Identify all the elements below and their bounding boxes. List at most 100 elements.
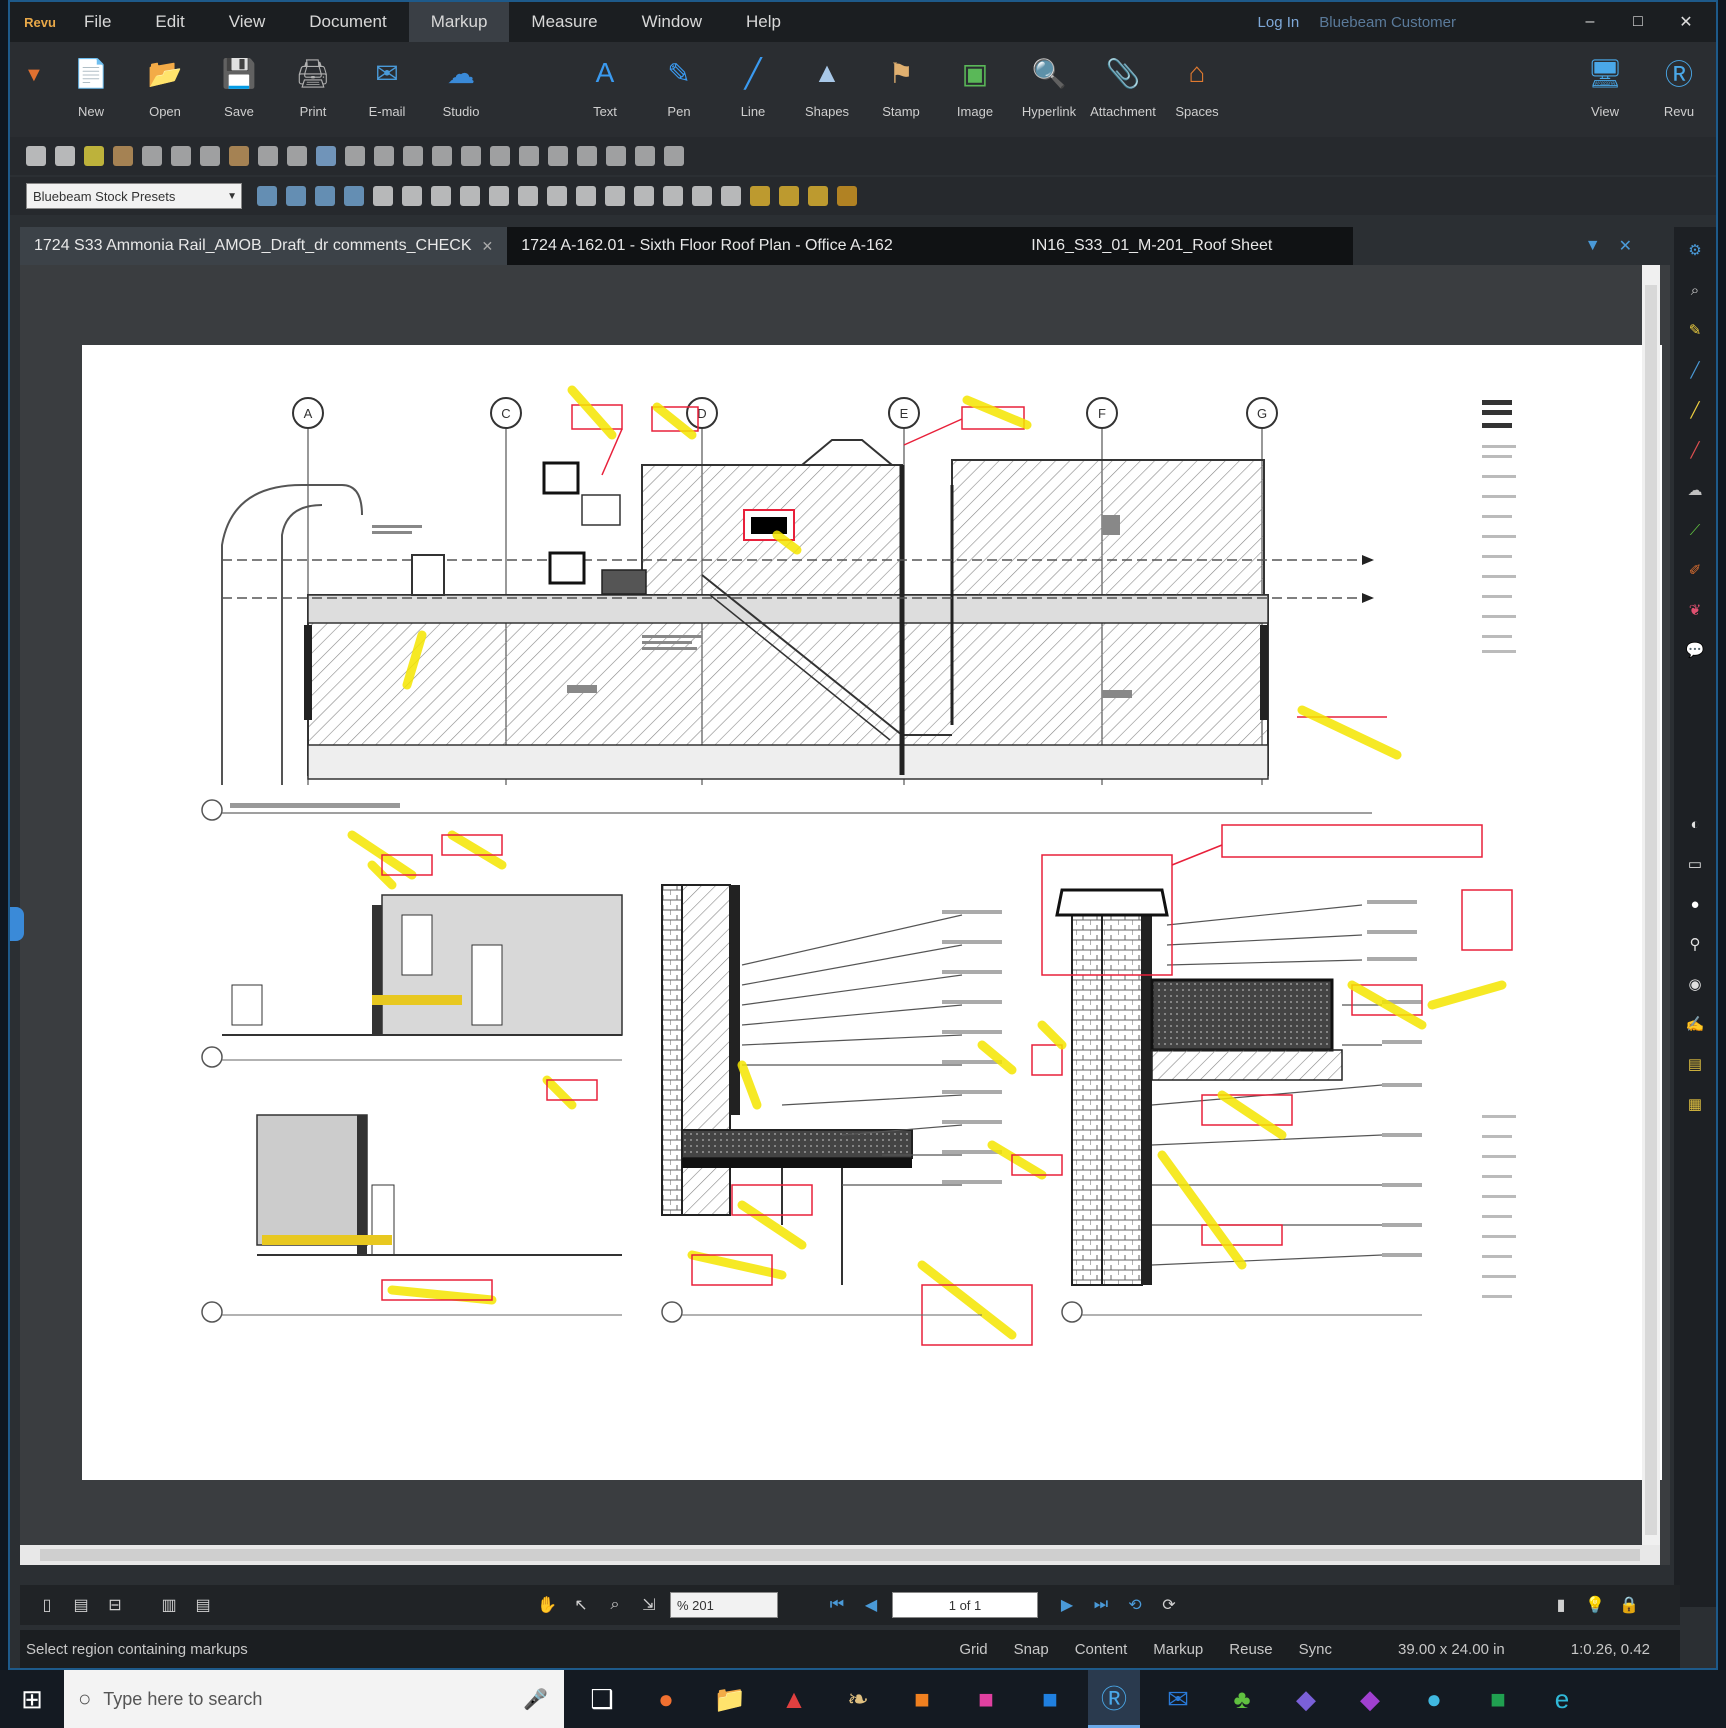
highlight-small-icon[interactable] (84, 146, 104, 166)
previous-page-icon[interactable]: ◀ (858, 1592, 884, 1618)
callout-small-icon[interactable] (489, 186, 509, 206)
stamp-panel-icon[interactable]: ❦ (1682, 597, 1708, 623)
login-link[interactable]: Log In (1258, 14, 1300, 31)
toolbar-image-button[interactable]: ▣ Image (938, 50, 1012, 120)
tool-set-combo[interactable]: Bluebeam Stock Presets ▼ (26, 183, 242, 209)
forward-view-icon[interactable]: ⟳ (1156, 1592, 1182, 1618)
lock-small-icon[interactable] (837, 186, 857, 206)
menu-markup[interactable]: Markup (408, 2, 510, 42)
pen-small-icon[interactable] (373, 186, 393, 206)
content-toggle[interactable]: Content (1075, 1641, 1128, 1658)
pencil-small-icon[interactable] (403, 146, 423, 166)
minimize-button[interactable]: – (1576, 13, 1604, 31)
toolbar-e-mail-button[interactable]: ✉ E-mail (350, 50, 424, 120)
image-small-icon[interactable] (605, 186, 625, 206)
triangle-small-icon[interactable] (547, 186, 567, 206)
grid-toggle[interactable]: Grid (959, 1641, 987, 1658)
menu-view[interactable]: View (207, 2, 288, 42)
paste-small-icon[interactable] (548, 146, 568, 166)
file-explorer-icon[interactable]: 📁 (704, 1670, 756, 1728)
zoom-width-icon[interactable]: ⇲ (636, 1592, 662, 1618)
toolbar-print-button[interactable]: 🖨 Print (276, 50, 350, 120)
tab-document-1[interactable]: 1724 S33 Ammonia Rail_AMOB_Draft_dr comm… (20, 227, 508, 265)
vertical-scrollbar[interactable] (1642, 265, 1660, 1565)
sets-panel-icon[interactable]: ▤ (1682, 1051, 1708, 1077)
zoom-level-field[interactable]: % 201 (670, 1592, 778, 1618)
arrow-small-icon[interactable] (431, 186, 451, 206)
perimeter-small-icon[interactable] (315, 186, 335, 206)
snap-toggle[interactable]: Snap (1014, 1641, 1049, 1658)
customer-link[interactable]: Bluebeam Customer (1319, 14, 1456, 31)
check-small-icon[interactable] (287, 146, 307, 166)
document-workspace[interactable]: A C D E F G (20, 265, 1670, 1565)
print-small-icon[interactable] (171, 146, 191, 166)
globe-icon[interactable]: ● (1408, 1670, 1460, 1728)
tab-document-2[interactable]: 1724 A-162.01 - Sixth Floor Roof Plan - … (507, 227, 1018, 265)
search-panel-icon[interactable]: ⌕ (1682, 277, 1708, 303)
cut-small-icon[interactable] (490, 146, 510, 166)
sticky-small-icon[interactable] (808, 186, 828, 206)
copy-small-icon[interactable] (519, 146, 539, 166)
polygon-small-icon[interactable] (576, 186, 596, 206)
align-center-small-icon[interactable] (606, 146, 626, 166)
folder-small-icon[interactable] (113, 146, 133, 166)
note-small-icon[interactable] (779, 186, 799, 206)
menu-measure[interactable]: Measure (509, 2, 619, 42)
layers-panel-icon[interactable]: ◐ (1682, 811, 1708, 837)
pink-app-icon[interactable]: ■ (960, 1670, 1012, 1728)
toolbar-dropdown-icon[interactable]: ▼ (24, 50, 44, 87)
blue-app-icon[interactable]: ■ (1024, 1670, 1076, 1728)
measure-panel-icon[interactable]: ⟋ (1682, 517, 1708, 543)
tool-chest-icon[interactable]: ╱ (1682, 357, 1708, 383)
cloud-panel-icon[interactable]: ☁ (1682, 477, 1708, 503)
toolbar-open-button[interactable]: 📂 Open (128, 50, 202, 120)
edge-icon[interactable]: e (1536, 1670, 1588, 1728)
close-all-tabs-icon[interactable]: ✕ (1619, 236, 1632, 256)
calculator-small-icon[interactable] (142, 146, 162, 166)
teams-icon[interactable]: ◆ (1280, 1670, 1332, 1728)
menu-help[interactable]: Help (724, 2, 803, 42)
pan-small-icon[interactable] (345, 146, 365, 166)
microphone-icon[interactable]: 🎤 (523, 1687, 548, 1712)
firefox-icon[interactable]: ● (640, 1670, 692, 1728)
toolbar-revu-button[interactable]: Ⓡ Revu (1642, 50, 1716, 119)
properties-icon[interactable]: ⚙ (1682, 237, 1708, 263)
toolbar-view-button[interactable]: 🖥 View (1568, 50, 1642, 120)
select-tool-icon[interactable]: ↖ (568, 1592, 594, 1618)
new-doc-small-icon[interactable] (26, 146, 46, 166)
continuous-page-icon[interactable]: ▤ (68, 1592, 94, 1618)
menu-edit[interactable]: Edit (133, 2, 206, 42)
cloud-small-icon[interactable] (460, 186, 480, 206)
highlighter-small-icon[interactable] (750, 186, 770, 206)
markup-list-icon[interactable]: ✎ (1682, 317, 1708, 343)
toolbar-text-button[interactable]: A Text (568, 50, 642, 119)
brush-panel-icon[interactable]: ✐ (1682, 557, 1708, 583)
single-page-icon[interactable]: ▯ (34, 1592, 60, 1618)
reuse-toggle[interactable]: Reuse (1229, 1641, 1272, 1658)
toolbar-pen-button[interactable]: ✎ Pen (642, 50, 716, 120)
orange-app-icon[interactable]: ■ (896, 1670, 948, 1728)
toolbar-attachment-button[interactable]: 📎 Attachment (1086, 50, 1160, 120)
eraser-small-icon[interactable] (692, 186, 712, 206)
thumbnails-panel-icon[interactable]: ▦ (1682, 1091, 1708, 1117)
close-tab-icon[interactable]: ✕ (482, 238, 494, 255)
close-doc-small-icon[interactable] (55, 146, 75, 166)
circle-panel-icon[interactable]: ● (1682, 891, 1708, 917)
markup-toggle[interactable]: Markup (1153, 1641, 1203, 1658)
task-view-icon[interactable]: ❑ (576, 1670, 628, 1728)
links-panel-icon[interactable]: ⚲ (1682, 931, 1708, 957)
menu-window[interactable]: Window (620, 2, 724, 42)
app-logo-icon[interactable]: Revu (18, 6, 62, 38)
highlighter-panel-icon[interactable]: ╱ (1682, 397, 1708, 423)
sync-icon[interactable]: ▮ (1548, 1592, 1574, 1618)
vertical-scroll-thumb[interactable] (1645, 285, 1657, 1535)
pen-panel-icon[interactable]: ╱ (1682, 437, 1708, 463)
toolbar-spaces-button[interactable]: ⌂ Spaces (1160, 50, 1234, 119)
onenote-icon[interactable]: ◆ (1344, 1670, 1396, 1728)
chat-panel-icon[interactable]: ▭ (1682, 851, 1708, 877)
volume-small-icon[interactable] (344, 186, 364, 206)
windows-start-icon[interactable]: ⊞ (0, 1670, 64, 1728)
undo-small-icon[interactable] (432, 146, 452, 166)
close-window-button[interactable]: ✕ (1672, 12, 1700, 32)
first-page-icon[interactable]: ⏮ (824, 1592, 850, 1618)
